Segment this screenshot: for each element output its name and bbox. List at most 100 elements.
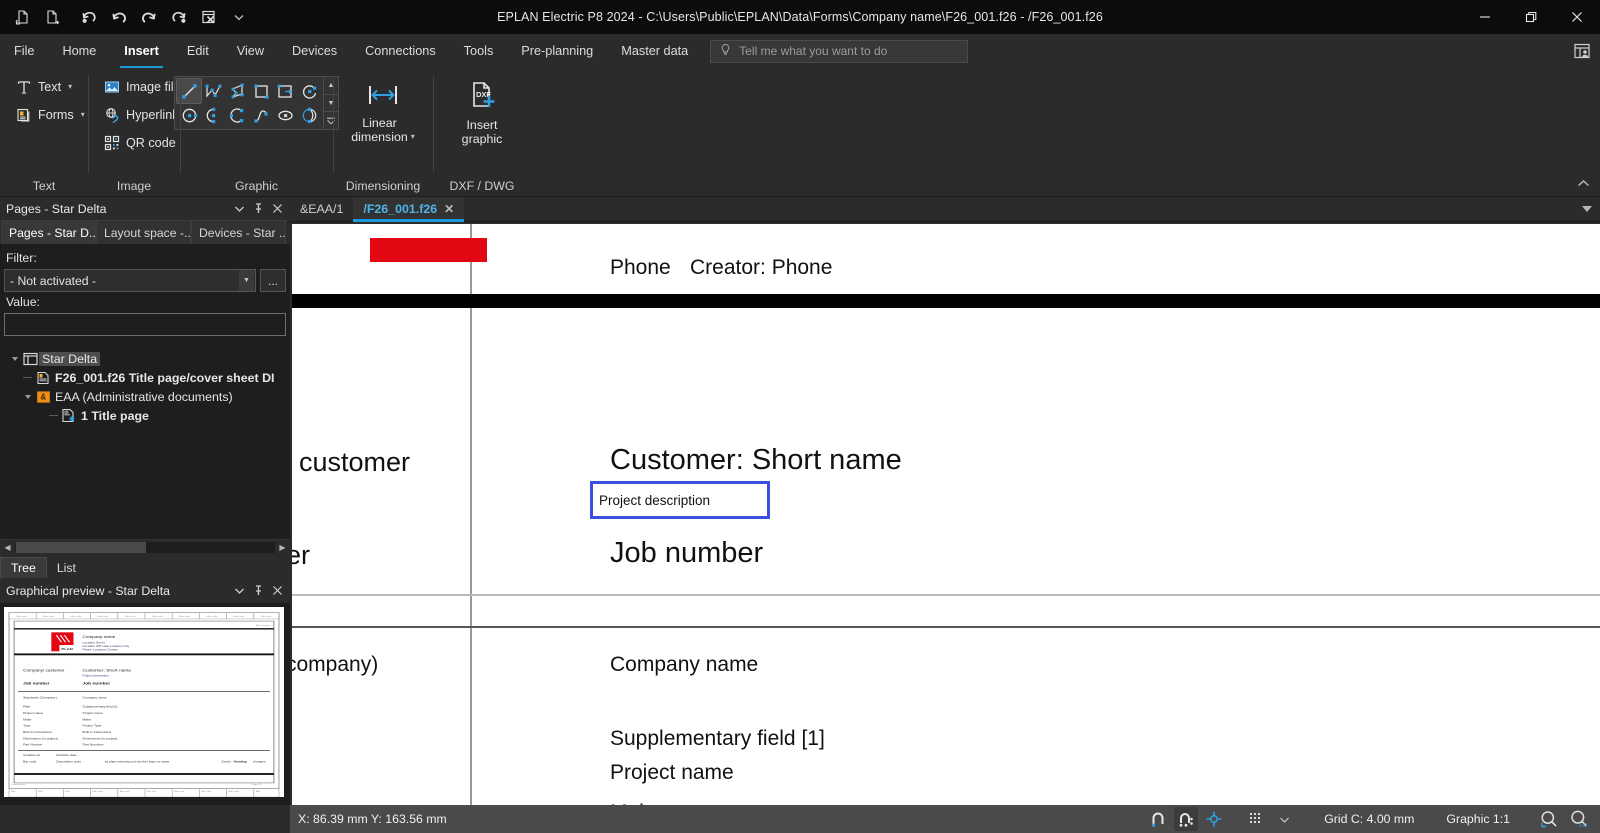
user-layout-icon[interactable] [1570, 39, 1594, 63]
spline-icon[interactable] [249, 103, 273, 127]
form-text-company-name[interactable]: Company name [610, 653, 758, 677]
undo-last-icon[interactable] [75, 4, 103, 30]
restore-button[interactable] [1508, 0, 1554, 34]
grid-snap-icon[interactable] [1174, 807, 1199, 831]
expander-icon[interactable] [8, 356, 21, 361]
undo-icon[interactable] [105, 4, 133, 30]
ribbon-tab-devices[interactable]: Devices [278, 34, 351, 68]
chevron-down-icon[interactable]: ▾ [68, 82, 72, 91]
arc-by-centre-point-icon[interactable] [297, 79, 321, 103]
chevron-down-icon[interactable]: ▾ [411, 130, 415, 144]
redo-icon[interactable] [135, 4, 163, 30]
tree-node-f26-form[interactable]: F26_001.f26 Title page/cover sheet DI [0, 368, 290, 387]
grid-visibility-icon[interactable] [1244, 807, 1268, 831]
scale-label[interactable]: Graphic 1:1 [1438, 812, 1518, 826]
ribbon-tab-tools[interactable]: Tools [450, 34, 508, 68]
linear-dimension-button[interactable]: Linear dimension ▾ [343, 74, 423, 144]
graphical-preview-body[interactable]: filler cells filler cells filler cells fil… [0, 603, 290, 805]
form-text-job-number[interactable]: Job number [610, 537, 763, 570]
form-text-phone[interactable]: Phone [610, 256, 671, 280]
tell-me-search-box[interactable]: Tell me what you want to do [710, 39, 969, 63]
zoom-window-icon[interactable] [1536, 807, 1562, 831]
ribbon-collapse-icon[interactable] [1575, 175, 1592, 192]
polyline-icon[interactable] [201, 79, 225, 103]
expander-icon[interactable] [21, 394, 34, 399]
ribbon-tab-connections[interactable]: Connections [351, 34, 450, 68]
chevron-down-icon[interactable]: ▾ [81, 110, 85, 119]
form-text-project-name[interactable]: Project name [610, 761, 734, 785]
insert-dxf-graphic-button[interactable]: DXF Insert graphic [443, 74, 521, 146]
pane-menu-icon[interactable] [231, 200, 248, 217]
drawing-canvas[interactable]: Phone Creator: Phone / customer Customer… [290, 222, 1600, 805]
eplan-logo-red-block[interactable] [370, 238, 487, 262]
pane-menu-icon[interactable] [231, 582, 248, 599]
pane-tab-layout-space[interactable]: Layout space -... [96, 220, 191, 244]
crosshair-icon[interactable] [1202, 807, 1226, 831]
document-tab-eaa-1[interactable]: &EAA/1 [290, 197, 354, 221]
minimize-button[interactable] [1462, 0, 1508, 34]
rectangle-by-dimension-icon[interactable] [273, 79, 297, 103]
pane-tab-devices[interactable]: Devices - Star ... [191, 220, 286, 244]
grid-dropdown-icon[interactable] [1272, 807, 1296, 831]
scroll-thumb[interactable] [16, 541, 146, 553]
object-snap-icon[interactable] [1146, 807, 1170, 831]
line-icon[interactable] [176, 78, 202, 104]
ribbon-tab-master-data[interactable]: Master data [607, 34, 702, 68]
tab-tree-view[interactable]: Tree [0, 557, 47, 578]
tree-node-title-page[interactable]: 1 Title page [0, 406, 290, 425]
form-sheet[interactable]: Phone Creator: Phone / customer Customer… [292, 224, 1600, 805]
scroll-right-icon[interactable]: ▶ [275, 543, 290, 552]
circle-icon[interactable] [177, 103, 201, 127]
ribbon-tab-home[interactable]: Home [48, 34, 110, 68]
close-page-icon[interactable] [195, 4, 223, 30]
lens-icon[interactable] [297, 103, 321, 127]
insert-forms-button[interactable]: Forms ▾ [10, 102, 91, 127]
polygon-icon[interactable] [225, 79, 249, 103]
value-input[interactable] [4, 313, 286, 336]
pane-tab-pages[interactable]: Pages - Star D... [1, 220, 96, 244]
filter-select[interactable]: - Not activated - ▼ [4, 269, 256, 292]
insert-qr-code-button[interactable]: QR code [98, 130, 187, 155]
form-text-standards-company[interactable]: company) [292, 653, 378, 677]
ellipse-icon[interactable] [273, 103, 297, 127]
filter-settings-button[interactable]: ... [260, 269, 286, 292]
pages-tree[interactable]: Star Delta F26_001.f26 Title page/cover … [0, 340, 290, 539]
close-icon[interactable]: ✕ [444, 202, 454, 216]
grid-size-label[interactable]: Grid C: 4.00 mm [1316, 812, 1422, 826]
form-text-creator-phone[interactable]: Creator: Phone [690, 256, 832, 280]
form-text-make[interactable]: Make [610, 801, 661, 805]
pie-icon[interactable] [201, 103, 225, 127]
form-text-supplementary-field[interactable]: Supplementary field [1] [610, 727, 825, 751]
pin-icon[interactable] [250, 582, 267, 599]
scroll-left-icon[interactable]: ◀ [0, 543, 15, 552]
tab-list-view[interactable]: List [47, 557, 86, 578]
arc-by-three-points-icon[interactable] [225, 103, 249, 127]
new-page-icon[interactable] [8, 4, 36, 30]
tree-node-star-delta[interactable]: Star Delta [0, 349, 290, 368]
scroll-track[interactable] [15, 541, 275, 553]
selected-element-project-description[interactable]: Project description [590, 481, 770, 519]
document-tab-f26-001[interactable]: /F26_001.f26 ✕ [353, 197, 465, 222]
rectangle-icon[interactable] [249, 79, 273, 103]
customize-qat-icon[interactable] [225, 4, 253, 30]
redo-last-icon[interactable] [165, 4, 193, 30]
close-button[interactable] [1554, 0, 1600, 34]
ribbon-tab-insert[interactable]: Insert [110, 34, 173, 68]
pin-icon[interactable] [250, 200, 267, 217]
form-text-company-customer[interactable]: / customer [292, 447, 410, 478]
insert-text-button[interactable]: Text ▾ [10, 74, 91, 99]
close-icon[interactable] [269, 200, 286, 217]
form-text-customer-short-name[interactable]: Customer: Short name [610, 444, 902, 477]
open-page-icon[interactable] [38, 4, 66, 30]
document-tabs-more-button[interactable] [1574, 197, 1600, 221]
ribbon-tab-view[interactable]: View [223, 34, 278, 68]
form-text-job-number-left[interactable]: er [292, 540, 310, 571]
pages-tree-horizontal-scrollbar[interactable]: ◀ ▶ [0, 539, 290, 554]
ribbon-tab-edit[interactable]: Edit [173, 34, 223, 68]
ribbon-tab-pre-planning[interactable]: Pre-planning [507, 34, 607, 68]
tree-node-eaa[interactable]: & EAA (Administrative documents) [0, 387, 290, 406]
close-icon[interactable] [269, 582, 286, 599]
chevron-down-icon[interactable]: ▼ [239, 270, 254, 291]
zoom-100-icon[interactable]: 100 [1566, 807, 1592, 831]
ribbon-tab-file[interactable]: File [0, 34, 48, 68]
